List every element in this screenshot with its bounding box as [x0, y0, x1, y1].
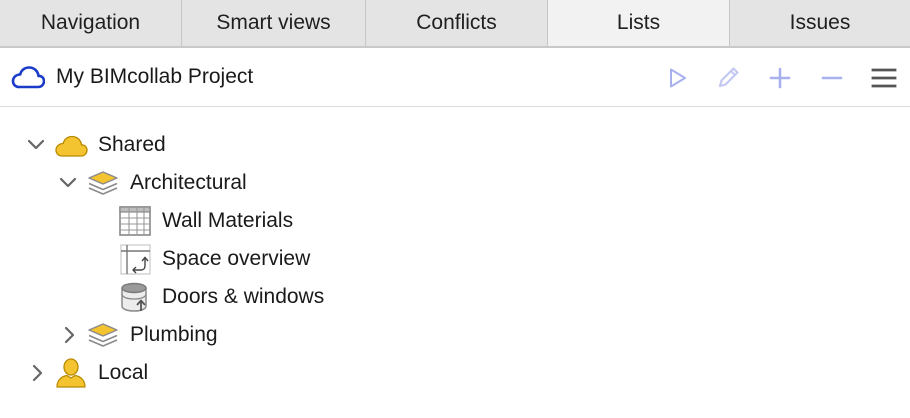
tab-conflicts[interactable]: Conflicts [366, 0, 548, 46]
tab-issues[interactable]: Issues [730, 0, 910, 46]
lists-tree: Shared Architectural Wall Materials Spac… [0, 108, 910, 418]
cloud-icon [11, 66, 45, 89]
tree-item-doors-windows[interactable]: Doors & windows [0, 278, 910, 316]
pencil-icon [718, 67, 739, 88]
tree-item-label: Plumbing [130, 323, 218, 346]
minus-icon [821, 76, 843, 80]
tree-item-label: Doors & windows [162, 285, 325, 308]
cloud-icon [55, 135, 88, 157]
layers-icon [88, 323, 118, 347]
tree-item-label: Local [98, 361, 149, 384]
menu-button[interactable] [870, 64, 898, 92]
tab-smart-views[interactable]: Smart views [182, 0, 366, 46]
chevron-down-icon[interactable] [58, 173, 78, 193]
project-header: My BIMcollab Project [0, 50, 910, 107]
tree-item-wall-materials[interactable]: Wall Materials [0, 202, 910, 240]
tab-lists[interactable]: Lists [548, 0, 730, 46]
table-icon [119, 206, 151, 236]
play-icon [670, 68, 686, 88]
tree-item-plumbing[interactable]: Plumbing [0, 316, 910, 354]
project-title: My BIMcollab Project [56, 65, 254, 88]
tab-navigation[interactable]: Navigation [0, 0, 182, 46]
tree-item-label: Architectural [130, 171, 247, 194]
tree-item-architectural[interactable]: Architectural [0, 164, 910, 202]
play-button[interactable] [663, 64, 691, 92]
database-icon [121, 282, 147, 312]
add-button[interactable] [766, 64, 794, 92]
chevron-down-icon[interactable] [26, 135, 46, 155]
chevron-right-icon[interactable] [28, 363, 48, 383]
tab-bar: Navigation Smart views Conflicts Lists I… [0, 0, 910, 48]
menu-icon [871, 68, 897, 88]
space-icon [120, 244, 151, 275]
user-icon [56, 358, 86, 388]
tree-item-shared[interactable]: Shared [0, 126, 910, 164]
layers-icon [88, 171, 118, 195]
remove-button[interactable] [818, 64, 846, 92]
tree-item-label: Space overview [162, 247, 311, 270]
tree-item-label: Shared [98, 133, 166, 156]
tree-item-label: Wall Materials [162, 209, 294, 232]
tree-item-local[interactable]: Local [0, 354, 910, 392]
tree-item-space-overview[interactable]: Space overview [0, 240, 910, 278]
edit-button[interactable] [714, 64, 742, 92]
plus-icon [769, 67, 791, 89]
chevron-right-icon[interactable] [60, 325, 80, 345]
